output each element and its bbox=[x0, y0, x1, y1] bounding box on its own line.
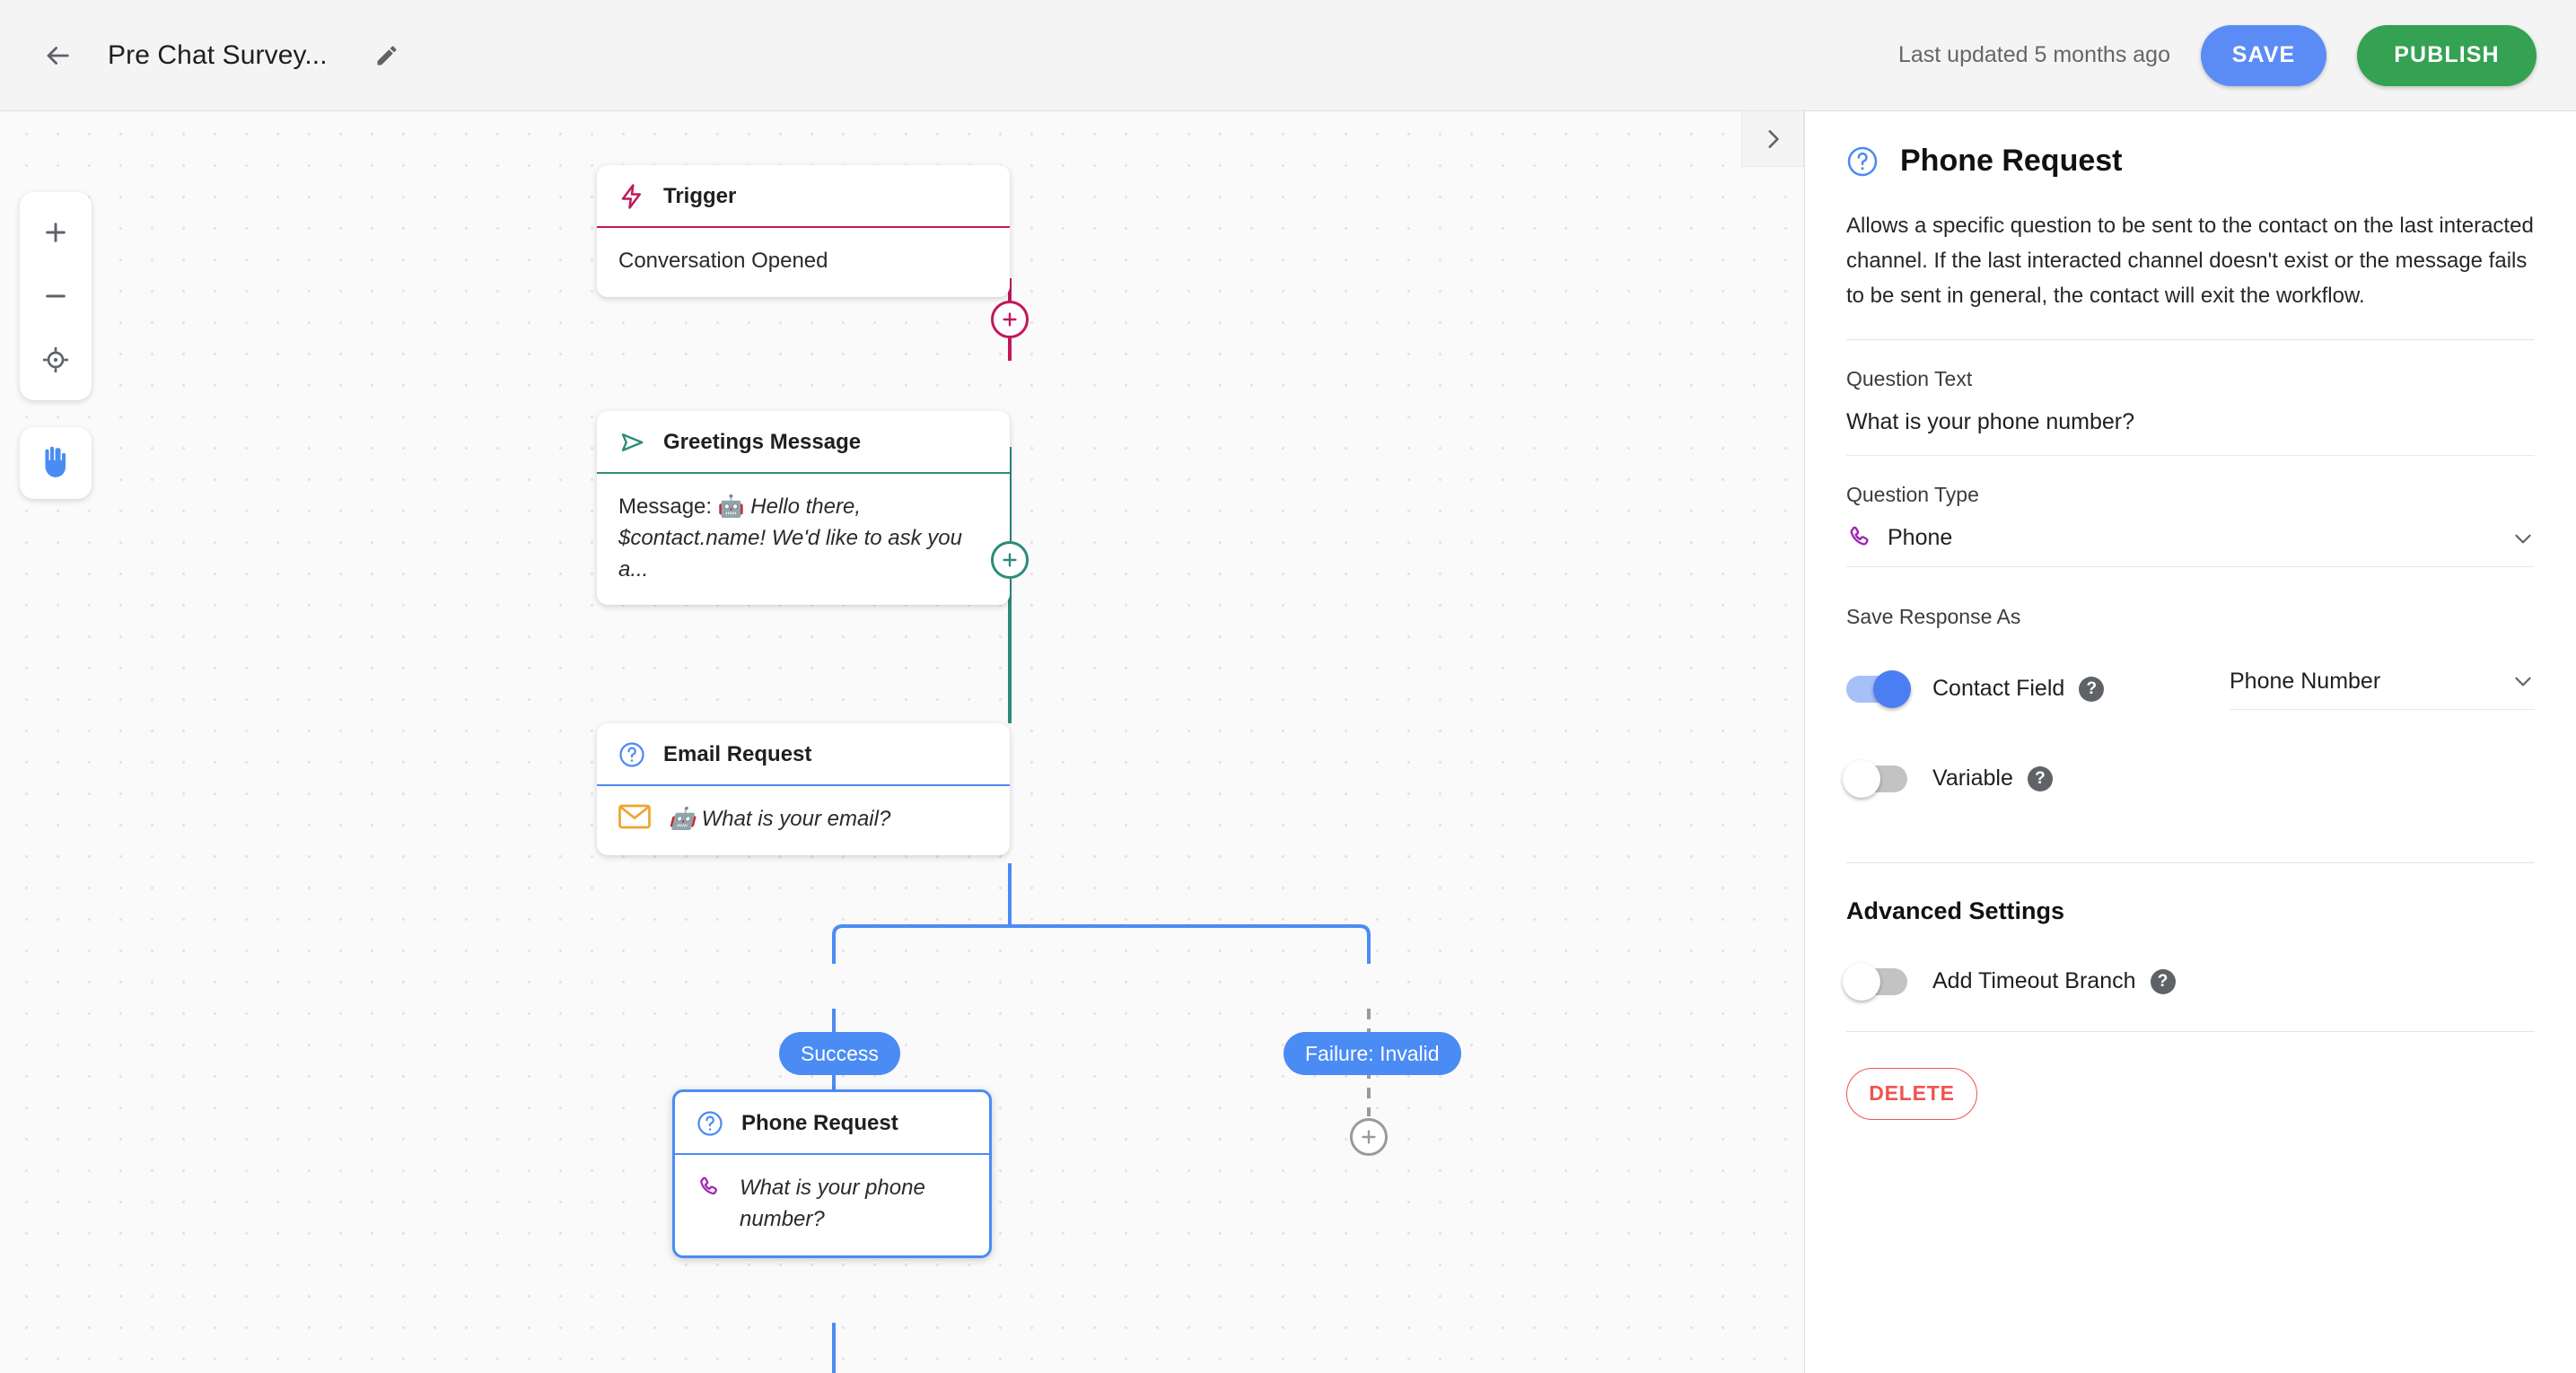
node-greetings-message[interactable]: Greetings Message Message: 🤖 Hello there… bbox=[597, 411, 1010, 606]
question-circle-icon bbox=[619, 742, 644, 767]
toggle-knob bbox=[1873, 669, 1911, 708]
app-header: Pre Chat Survey... Last updated 5 months… bbox=[0, 0, 2576, 111]
workflow-builder-app: Pre Chat Survey... Last updated 5 months… bbox=[0, 0, 2576, 1373]
panel-divider-1 bbox=[1846, 338, 2535, 340]
panel-divider-2 bbox=[1846, 861, 2535, 863]
node-trigger-title: Trigger bbox=[663, 184, 737, 208]
phone-icon bbox=[1850, 526, 1869, 546]
node-phone-body: What is your phone number? bbox=[675, 1155, 989, 1255]
panel-header: Phone Request bbox=[1846, 144, 2535, 179]
timeout-branch-help-icon[interactable]: ? bbox=[2150, 968, 2176, 994]
zoom-controls bbox=[20, 192, 92, 400]
node-email-title: Email Request bbox=[663, 742, 812, 766]
variable-row: Variable ? bbox=[1843, 759, 2535, 798]
pan-tool-button[interactable] bbox=[20, 427, 92, 499]
timeout-branch-toggle[interactable] bbox=[1843, 962, 1907, 1001]
node-greetings-body: Message: 🤖 Hello there, $contact.name! W… bbox=[597, 474, 1010, 605]
node-email-body-text: What is your email? bbox=[701, 807, 891, 831]
zoom-out-button[interactable] bbox=[28, 268, 83, 324]
node-trigger-header: Trigger bbox=[597, 165, 1010, 228]
node-trigger[interactable]: Trigger Conversation Opened bbox=[597, 165, 1010, 297]
arrow-left-icon bbox=[47, 46, 69, 65]
toggle-knob bbox=[1843, 962, 1880, 1001]
chevron-down-icon bbox=[2515, 677, 2531, 686]
last-updated-text: Last updated 5 months ago bbox=[1897, 42, 2170, 67]
variable-label: Variable bbox=[1932, 765, 2013, 791]
zoom-in-button[interactable] bbox=[28, 205, 83, 260]
robot-emoji-icon: 🤖 bbox=[669, 807, 696, 831]
delete-button[interactable]: DELETE bbox=[1846, 1067, 1977, 1120]
node-email-header: Email Request bbox=[597, 723, 1010, 786]
toggle-knob bbox=[1843, 759, 1880, 798]
edit-title-button[interactable] bbox=[365, 34, 408, 77]
add-node-after-greetings-button[interactable] bbox=[991, 541, 1029, 579]
panel-description: Allows a specific question to be sent to… bbox=[1846, 214, 2534, 308]
publish-button[interactable]: PUBLISH bbox=[2357, 24, 2537, 86]
node-phone-header: Phone Request bbox=[675, 1092, 989, 1155]
send-icon bbox=[621, 433, 644, 451]
workflow-canvas[interactable]: Trigger Conversation Opened Greetings Me… bbox=[0, 111, 1804, 1373]
timeout-branch-row: Add Timeout Branch ? bbox=[1843, 962, 2535, 1001]
node-email-request[interactable]: Email Request 🤖 What is your email? bbox=[597, 723, 1010, 855]
timeout-branch-label: Add Timeout Branch bbox=[1932, 968, 2136, 994]
save-response-label: Save Response As bbox=[1846, 604, 2021, 628]
panel-title: Phone Request bbox=[1900, 144, 2123, 178]
node-greetings-body-prefix: Message: bbox=[618, 494, 718, 519]
node-phone-title: Phone Request bbox=[741, 1111, 898, 1135]
hand-icon bbox=[45, 446, 66, 477]
contact-field-label: Contact Field bbox=[1932, 676, 2065, 702]
contact-field-select[interactable]: Phone Number bbox=[2230, 669, 2535, 710]
question-circle-icon bbox=[697, 1111, 723, 1136]
variable-toggle[interactable] bbox=[1843, 759, 1907, 798]
robot-emoji-icon: 🤖 bbox=[717, 494, 745, 519]
variable-help-icon[interactable]: ? bbox=[2027, 765, 2053, 791]
question-type-value: Phone bbox=[1888, 525, 1953, 551]
page-title: Pre Chat Survey... bbox=[108, 39, 328, 70]
header-actions: Last updated 5 months ago SAVE PUBLISH bbox=[1897, 24, 2576, 86]
node-greetings-title: Greetings Message bbox=[663, 430, 862, 454]
question-type-select[interactable]: Phone bbox=[1846, 525, 2535, 567]
lightning-bolt-icon bbox=[621, 184, 641, 209]
branch-label-success-email[interactable]: Success bbox=[779, 1032, 900, 1075]
back-button[interactable] bbox=[32, 31, 83, 81]
contact-field-value: Phone Number bbox=[2230, 668, 2381, 694]
collapse-panel-button[interactable] bbox=[1741, 111, 1804, 167]
add-node-after-trigger-button[interactable] bbox=[991, 301, 1029, 338]
node-settings-panel: Phone Request Allows a specific question… bbox=[1804, 111, 2576, 1373]
save-button[interactable]: SAVE bbox=[2201, 24, 2326, 86]
question-text-input[interactable]: What is your phone number? bbox=[1846, 409, 2535, 456]
envelope-icon bbox=[618, 804, 651, 829]
recenter-button[interactable] bbox=[28, 332, 83, 388]
question-type-label: Question Type bbox=[1846, 482, 1979, 506]
branch-label-failure-email[interactable]: Failure: Invalid bbox=[1284, 1032, 1461, 1075]
node-trigger-body: Conversation Opened bbox=[618, 249, 828, 273]
crosshair-target-icon bbox=[43, 346, 68, 372]
node-email-body: 🤖 What is your email? bbox=[597, 786, 1010, 855]
contact-field-row: Contact Field ? Phone Number bbox=[1846, 669, 2535, 710]
add-node-failure-branch-button[interactable] bbox=[1350, 1118, 1388, 1156]
contact-field-help-icon[interactable]: ? bbox=[2079, 676, 2105, 702]
minus-icon bbox=[46, 294, 66, 298]
advanced-settings-title: Advanced Settings bbox=[1846, 896, 2065, 924]
plus-icon bbox=[1003, 553, 1017, 567]
plus-icon bbox=[1003, 312, 1017, 327]
question-circle-icon bbox=[1847, 146, 1878, 176]
node-phone-body-text: What is your phone number? bbox=[740, 1176, 925, 1231]
plus-icon bbox=[1362, 1130, 1376, 1144]
chevron-right-icon bbox=[1768, 129, 1779, 148]
node-phone-request[interactable]: Phone Request What is your phone number? bbox=[672, 1089, 992, 1258]
contact-field-toggle[interactable] bbox=[1846, 669, 1911, 708]
node-greetings-header: Greetings Message bbox=[597, 411, 1010, 474]
panel-divider-3 bbox=[1846, 1030, 2535, 1032]
phone-icon bbox=[700, 1176, 717, 1195]
pencil-icon bbox=[377, 45, 397, 65]
question-text-label: Question Text bbox=[1846, 366, 1973, 390]
plus-icon bbox=[46, 223, 66, 243]
chevron-down-icon bbox=[2515, 534, 2531, 544]
